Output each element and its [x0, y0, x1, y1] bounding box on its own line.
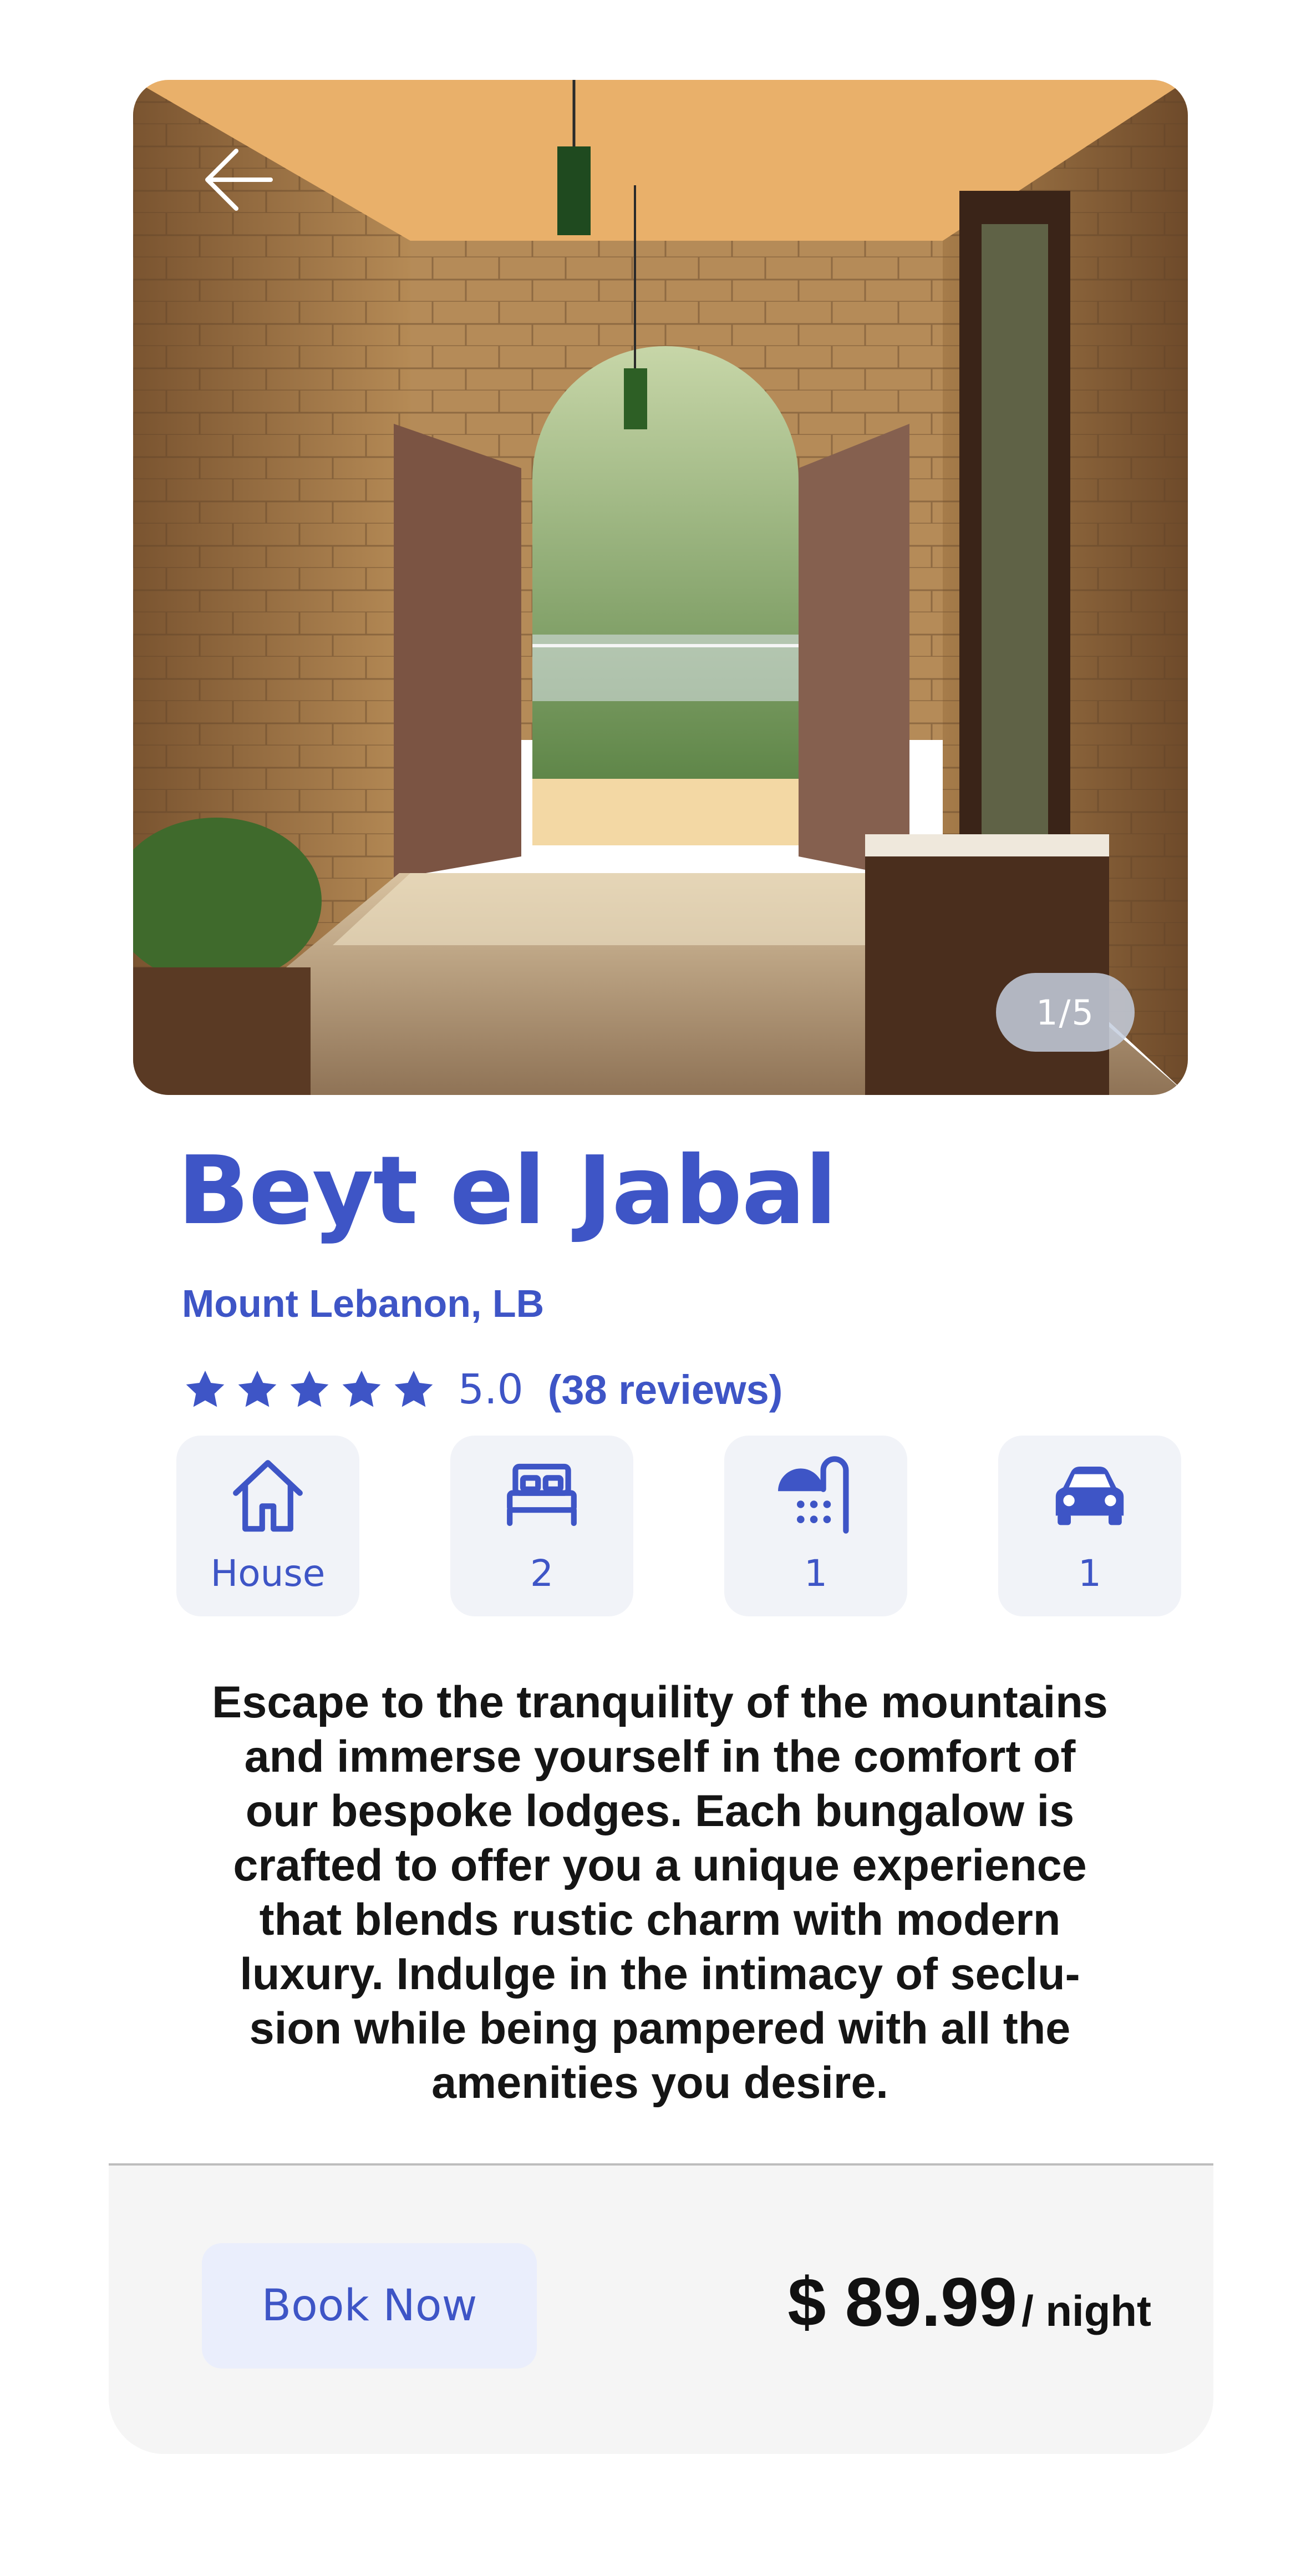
- feature-label: House: [210, 1552, 326, 1595]
- description-line: and immerse yourself in the comfort of: [244, 1732, 1076, 1782]
- star-icon: [238, 1371, 277, 1407]
- bed-icon: [507, 1463, 577, 1527]
- description-line: amenities you desire.: [431, 2058, 888, 2108]
- price-amount: $ 89.99: [787, 2264, 1018, 2341]
- feature-bedrooms: 2: [450, 1436, 633, 1616]
- rating-row: 5.0 (38 reviews): [183, 1365, 782, 1414]
- price-unit: / night: [1021, 2286, 1151, 2335]
- description-line: sion while being pampered with all the: [249, 2004, 1071, 2053]
- feature-label: 1: [804, 1552, 827, 1595]
- booking-bar: Book Now $ 89.99 / night: [109, 2163, 1213, 2454]
- car-icon: [1055, 1467, 1124, 1525]
- star-icon: [342, 1371, 381, 1407]
- photo-counter: 1/5: [996, 973, 1135, 1052]
- description-line: luxury. Indulge in the intimacy of seclu…: [240, 1949, 1080, 1999]
- hero-photo[interactable]: 1/5: [133, 80, 1188, 1095]
- description-line: Escape to the tranquility of the mountai…: [212, 1677, 1108, 1727]
- feature-property-type: House: [176, 1436, 359, 1616]
- star-icon: [186, 1371, 225, 1407]
- description-line: our bespoke lodges. Each bungalow is: [245, 1786, 1075, 1836]
- reviews-link[interactable]: (38 reviews): [548, 1366, 783, 1413]
- feature-parking: 1: [998, 1436, 1181, 1616]
- courtyard-photo: [133, 80, 1188, 1095]
- price: $ 89.99 / night: [787, 2263, 1151, 2342]
- description-line: crafted to offer you a unique experience: [233, 1840, 1087, 1890]
- shower-icon: [778, 1456, 849, 1534]
- back-button[interactable]: [200, 141, 277, 219]
- star-icon: [290, 1371, 329, 1407]
- feature-bathrooms: 1: [724, 1436, 907, 1616]
- book-now-button[interactable]: Book Now: [202, 2243, 537, 2369]
- house-icon: [233, 1460, 303, 1532]
- rating-score: 5.0: [458, 1366, 523, 1413]
- arrow-left-icon: [205, 149, 273, 211]
- listing-title: Beyt el Jabal: [177, 1136, 837, 1246]
- star-icon: [394, 1371, 433, 1407]
- feature-label: 1: [1078, 1552, 1101, 1595]
- description-line: that blends rustic charm with modern: [259, 1895, 1061, 1945]
- listing-description: Escape to the tranquility of the mountai…: [161, 1675, 1159, 2110]
- listing-location: Mount Lebanon, LB: [182, 1282, 545, 1325]
- feature-label: 2: [530, 1552, 553, 1595]
- rating-stars: [183, 1367, 436, 1412]
